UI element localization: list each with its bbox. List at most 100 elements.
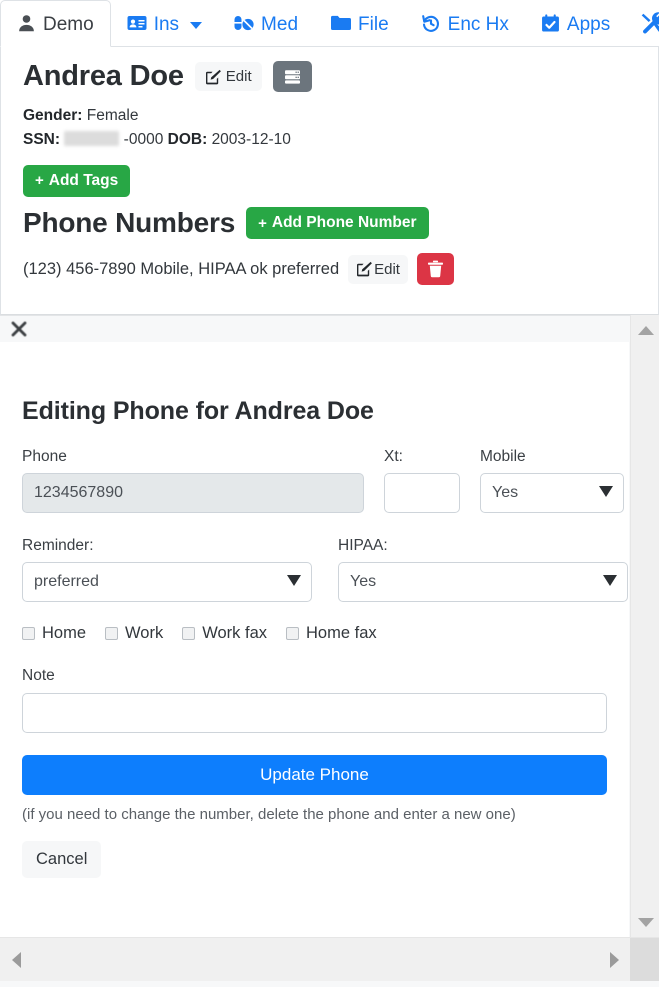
gender-label: Gender: xyxy=(23,106,83,124)
checkbox-label: Work xyxy=(125,624,164,642)
hipaa-label: HIPAA: xyxy=(338,537,388,554)
phone-numbers-header: Phone Numbers + Add Phone Number xyxy=(23,206,640,240)
tools-icon xyxy=(640,12,659,34)
checkbox-box[interactable] xyxy=(22,627,35,640)
note-label: Note xyxy=(22,667,55,684)
tab-tools[interactable] xyxy=(626,0,659,46)
tab-label: Med xyxy=(261,13,299,35)
gender-line: Gender: Female xyxy=(23,104,640,128)
edit-phone-form: Editing Phone for Andrea Doe Phone Xt: M… xyxy=(0,342,629,950)
ssn-dob-line: SSN: -0000 DOB: 2003-12-10 xyxy=(23,128,640,152)
modal-title: Editing Phone for Andrea Doe xyxy=(22,397,374,425)
scroll-right-button[interactable] xyxy=(601,938,627,982)
scroll-left-button[interactable] xyxy=(3,938,29,982)
close-pane-button[interactable] xyxy=(7,320,31,338)
checkbox-label: Work fax xyxy=(202,624,268,642)
add-tags-label: Add Tags xyxy=(48,171,119,189)
application-window: Demo Ins Med File Enc Hx Apps Andrea Doe… xyxy=(0,0,659,987)
tab-label: Ins xyxy=(153,13,180,35)
add-tags-button[interactable]: + Add Tags xyxy=(23,164,131,197)
close-icon xyxy=(10,320,28,338)
hipaa-field-group: HIPAA: Yes xyxy=(338,537,628,602)
scroll-down-button[interactable] xyxy=(631,909,659,935)
edit-phone-button[interactable]: Edit xyxy=(348,254,408,284)
checkbox-label: Home fax xyxy=(306,624,377,642)
reminder-select[interactable]: preferred xyxy=(22,562,312,602)
mobile-select[interactable]: Yes xyxy=(480,473,624,513)
tab-med[interactable]: Med xyxy=(218,0,314,46)
tab-file[interactable]: File xyxy=(314,0,405,46)
plus-icon: + xyxy=(258,214,267,232)
tab-ins[interactable]: Ins xyxy=(111,0,218,46)
edit-phone-label: Edit xyxy=(374,260,400,278)
note-input[interactable] xyxy=(22,693,607,733)
phone-label: Phone xyxy=(22,448,67,465)
add-tags-row: + Add Tags xyxy=(23,164,640,197)
gender-value: Female xyxy=(86,106,139,124)
ssn-value: -0000 xyxy=(123,130,164,148)
scroll-up-button[interactable] xyxy=(631,317,659,343)
update-phone-label: Update Phone xyxy=(260,765,369,784)
xt-input[interactable] xyxy=(384,473,460,513)
tab-label: Enc Hx xyxy=(447,13,509,35)
update-phone-button[interactable]: Update Phone xyxy=(22,755,607,795)
folder-icon xyxy=(330,14,352,32)
tab-demo[interactable]: Demo xyxy=(0,0,111,47)
pane-topbar xyxy=(0,315,659,342)
checkbox-box[interactable] xyxy=(105,627,119,640)
server-list-icon xyxy=(284,68,301,85)
patient-name-row: Andrea Doe Edit xyxy=(23,60,640,93)
phone-input[interactable] xyxy=(22,473,364,513)
edit-patient-button[interactable]: Edit xyxy=(194,62,262,92)
page-title: Andrea Doe xyxy=(23,60,184,92)
tab-enc-hx[interactable]: Enc Hx xyxy=(405,0,525,46)
patient-meta: Gender: Female SSN: -0000 DOB: 2003-12-1… xyxy=(23,104,640,152)
reminder-field-group: Reminder: preferred xyxy=(22,537,312,602)
hipaa-select[interactable]: Yes xyxy=(338,562,628,602)
caret-right-icon xyxy=(609,952,619,968)
caret-up-icon xyxy=(637,325,654,335)
horizontal-scrollbar[interactable] xyxy=(0,937,659,987)
caret-left-icon xyxy=(11,952,21,968)
phone-field-group: Phone xyxy=(22,448,364,513)
pills-icon xyxy=(234,14,254,33)
id-card-icon xyxy=(127,13,147,33)
checkbox-work-fax[interactable]: Work fax xyxy=(182,624,267,643)
checkbox-home[interactable]: Home xyxy=(22,624,86,643)
checkbox-work[interactable]: Work xyxy=(105,624,163,643)
add-phone-number-button[interactable]: + Add Phone Number xyxy=(246,207,429,240)
tab-label: Apps xyxy=(566,13,611,35)
cancel-button[interactable]: Cancel xyxy=(22,841,102,878)
mobile-select-value: Yes xyxy=(480,473,624,513)
tab-label: File xyxy=(358,13,389,35)
hipaa-select-value: Yes xyxy=(338,562,628,602)
plus-icon: + xyxy=(35,172,44,190)
ssn-redacted-block xyxy=(64,130,120,146)
reminder-label: Reminder: xyxy=(22,537,94,554)
dob-value: 2003-12-10 xyxy=(211,130,291,148)
delete-phone-button[interactable] xyxy=(416,253,454,286)
phone-number-text: (123) 456-7890 Mobile, HIPAA ok preferre… xyxy=(23,259,340,278)
dob-label: DOB: xyxy=(167,130,208,148)
mobile-field-group: Mobile Yes xyxy=(480,448,624,513)
xt-label: Xt: xyxy=(384,448,403,465)
clock-history-icon xyxy=(421,13,441,33)
demographics-panel: Andrea Doe Edit Gender: Female SSN: -000… xyxy=(0,47,659,315)
pen-to-square-icon xyxy=(356,261,373,277)
checkbox-home-fax[interactable]: Home fax xyxy=(286,624,377,643)
caret-down-icon xyxy=(637,917,654,927)
checkbox-label: Home xyxy=(42,624,87,642)
add-phone-number-label: Add Phone Number xyxy=(271,214,417,232)
tab-apps[interactable]: Apps xyxy=(525,0,626,46)
checkbox-box[interactable] xyxy=(286,627,300,640)
ssn-label: SSN: xyxy=(23,130,61,148)
phone-list-item: (123) 456-7890 Mobile, HIPAA ok preferre… xyxy=(23,253,640,286)
trash-icon xyxy=(427,260,444,278)
checkbox-box[interactable] xyxy=(182,627,196,640)
phone-numbers-title: Phone Numbers xyxy=(23,206,236,238)
pen-to-square-icon xyxy=(205,69,221,85)
patient-records-button[interactable] xyxy=(272,61,312,93)
mobile-label: Mobile xyxy=(480,448,526,465)
cancel-label: Cancel xyxy=(36,850,88,868)
vertical-scrollbar[interactable] xyxy=(630,315,659,937)
